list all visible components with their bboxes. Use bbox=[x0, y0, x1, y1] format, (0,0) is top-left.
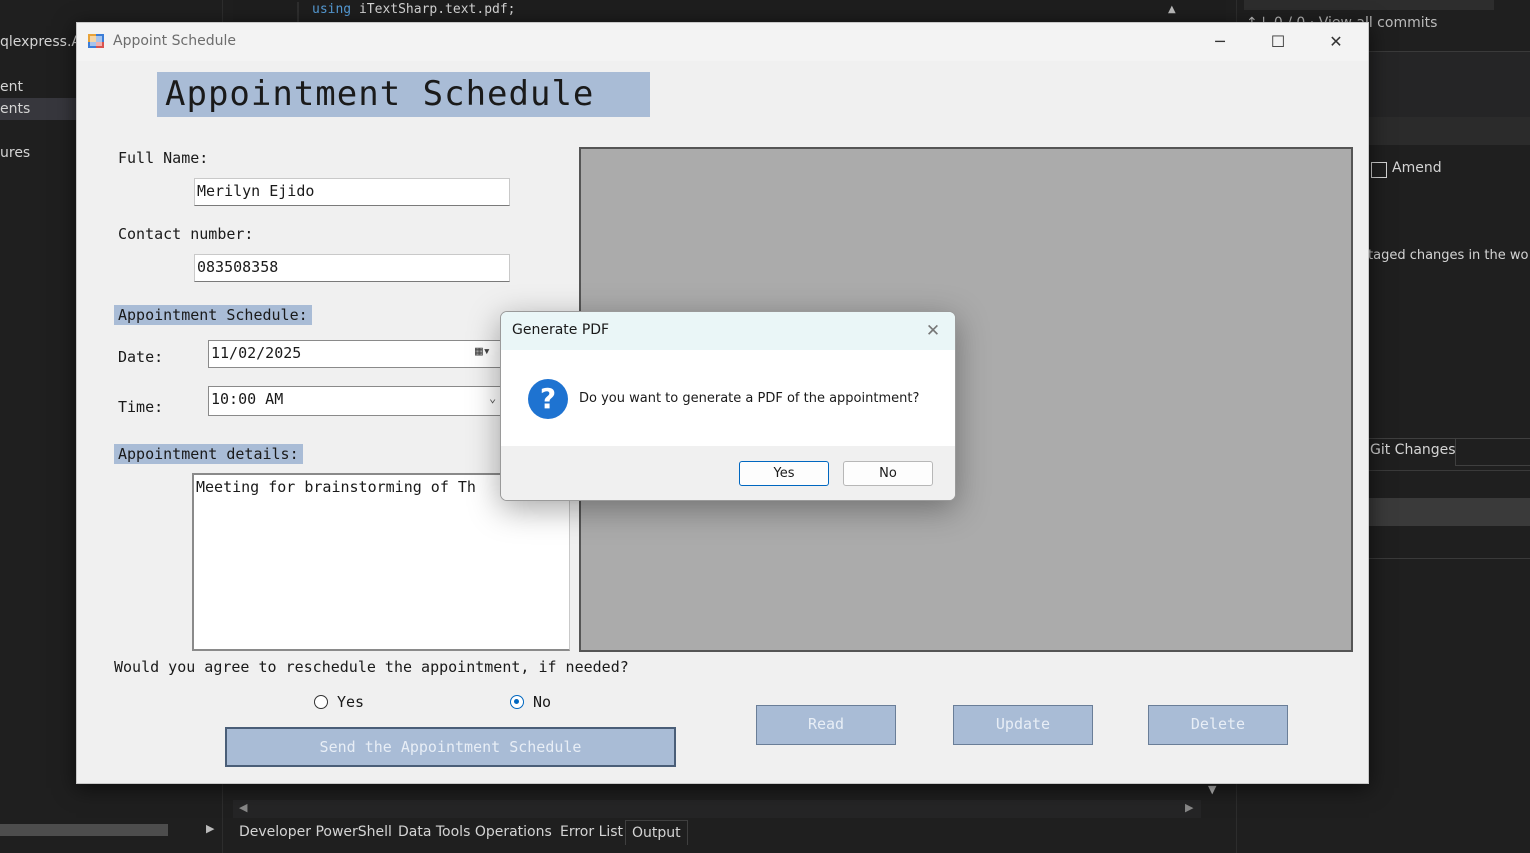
tab-output[interactable]: Output bbox=[625, 820, 688, 845]
date-value: 11/02/2025 bbox=[211, 344, 302, 362]
editor-indent-guide bbox=[297, 2, 299, 22]
page-title: Appointment Schedule bbox=[157, 72, 650, 117]
divider bbox=[1368, 558, 1530, 559]
tab-git-changes-label: Git Changes bbox=[1370, 442, 1456, 458]
solution-item[interactable]: ents bbox=[0, 101, 30, 117]
bottom-tool-tabs: Developer PowerShell Data Tools Operatio… bbox=[233, 820, 1226, 846]
chevron-down-icon[interactable]: ⌄ bbox=[489, 391, 496, 405]
dialog-no-button[interactable]: No bbox=[843, 461, 933, 486]
solution-item[interactable]: ures bbox=[0, 145, 30, 161]
solution-item[interactable]: qlexpress.A bbox=[0, 34, 81, 50]
close-icon: ✕ bbox=[1329, 32, 1343, 51]
dialog-title: Generate PDF bbox=[512, 322, 610, 338]
time-label: Time: bbox=[118, 398, 164, 416]
git-selected-row[interactable] bbox=[1368, 498, 1530, 526]
git-toolbar bbox=[1244, 0, 1494, 10]
scroll-right-icon[interactable]: ▶ bbox=[206, 822, 214, 835]
commit-message-box[interactable] bbox=[1368, 51, 1530, 119]
window-title: Appoint Schedule bbox=[113, 33, 236, 49]
window-titlebar[interactable]: Appoint Schedule ─ ☐ ✕ bbox=[77, 23, 1368, 61]
commit-button-bar bbox=[1368, 117, 1530, 145]
scroll-up-icon[interactable]: ▲ bbox=[1168, 4, 1176, 15]
date-label: Date: bbox=[118, 348, 164, 366]
amend-checkbox[interactable] bbox=[1371, 162, 1387, 178]
solution-item[interactable]: ent bbox=[0, 79, 23, 95]
horizontal-scrollbar[interactable]: ◀ ▶ bbox=[233, 800, 1201, 818]
calendar-dropdown-icon[interactable]: ▦▾ bbox=[475, 344, 491, 359]
generate-pdf-dialog: Generate PDF ✕ ? Do you want to generate… bbox=[500, 311, 956, 501]
minimize-button[interactable]: ─ bbox=[1197, 23, 1243, 61]
contact-number-input[interactable]: 083508358 bbox=[194, 254, 510, 282]
maximize-button[interactable]: ☐ bbox=[1255, 23, 1301, 61]
code-namespace: iTextSharp.text.pdf; bbox=[358, 2, 516, 17]
full-name-label: Full Name: bbox=[118, 149, 209, 167]
time-select[interactable]: 10:00 AM ⌄ bbox=[208, 386, 502, 416]
code-line: using iTextSharp.text.pdf; bbox=[312, 2, 516, 17]
reschedule-yes-label[interactable]: Yes bbox=[337, 693, 364, 711]
reschedule-no-label[interactable]: No bbox=[533, 693, 551, 711]
dialog-close-button[interactable]: ✕ bbox=[919, 318, 947, 344]
amend-label: Amend bbox=[1392, 160, 1442, 176]
maximize-icon: ☐ bbox=[1270, 32, 1286, 51]
close-icon: ✕ bbox=[925, 321, 941, 341]
scroll-left-icon[interactable]: ◀ bbox=[239, 801, 247, 814]
dialog-yes-button[interactable]: Yes bbox=[739, 461, 829, 486]
minimize-icon: ─ bbox=[1215, 32, 1225, 51]
tab-developer-powershell[interactable]: Developer PowerShell bbox=[233, 820, 398, 844]
dialog-message: Do you want to generate a PDF of the app… bbox=[579, 391, 920, 406]
dialog-titlebar[interactable]: Generate PDF ✕ bbox=[501, 312, 955, 350]
delete-button[interactable]: Delete bbox=[1148, 705, 1288, 745]
appointment-details-label: Appointment details: bbox=[114, 444, 303, 464]
reschedule-yes-radio[interactable] bbox=[314, 695, 328, 709]
tab-error-list[interactable]: Error List bbox=[554, 820, 629, 844]
full-name-input[interactable]: Merilyn Ejido bbox=[194, 178, 510, 206]
app-icon bbox=[88, 34, 104, 48]
tab-data-tools-operations[interactable]: Data Tools Operations bbox=[392, 820, 558, 844]
date-picker[interactable]: 11/02/2025 ▦▾ bbox=[208, 340, 502, 368]
scroll-right-icon[interactable]: ▶ bbox=[1185, 801, 1193, 814]
update-button[interactable]: Update bbox=[953, 705, 1093, 745]
question-icon: ? bbox=[528, 379, 568, 419]
divider bbox=[1368, 470, 1530, 471]
contact-number-label: Contact number: bbox=[118, 225, 254, 243]
appointment-schedule-label: Appointment Schedule: bbox=[114, 305, 312, 325]
read-button[interactable]: Read bbox=[756, 705, 896, 745]
chevron-down-icon[interactable]: ▼ bbox=[1208, 783, 1216, 796]
git-status-message: taged changes in the wo bbox=[1368, 248, 1529, 263]
code-keyword: using bbox=[312, 2, 352, 17]
reschedule-question: Would you agree to reschedule the appoin… bbox=[114, 658, 629, 676]
tab-empty[interactable] bbox=[1455, 438, 1530, 466]
close-button[interactable]: ✕ bbox=[1313, 23, 1359, 61]
radio-selected-dot bbox=[514, 699, 519, 704]
horizontal-scrollbar[interactable] bbox=[0, 824, 168, 836]
reschedule-no-radio[interactable] bbox=[510, 695, 524, 709]
send-appointment-button[interactable]: Send the Appointment Schedule bbox=[225, 727, 676, 767]
time-value: 10:00 AM bbox=[211, 390, 284, 408]
